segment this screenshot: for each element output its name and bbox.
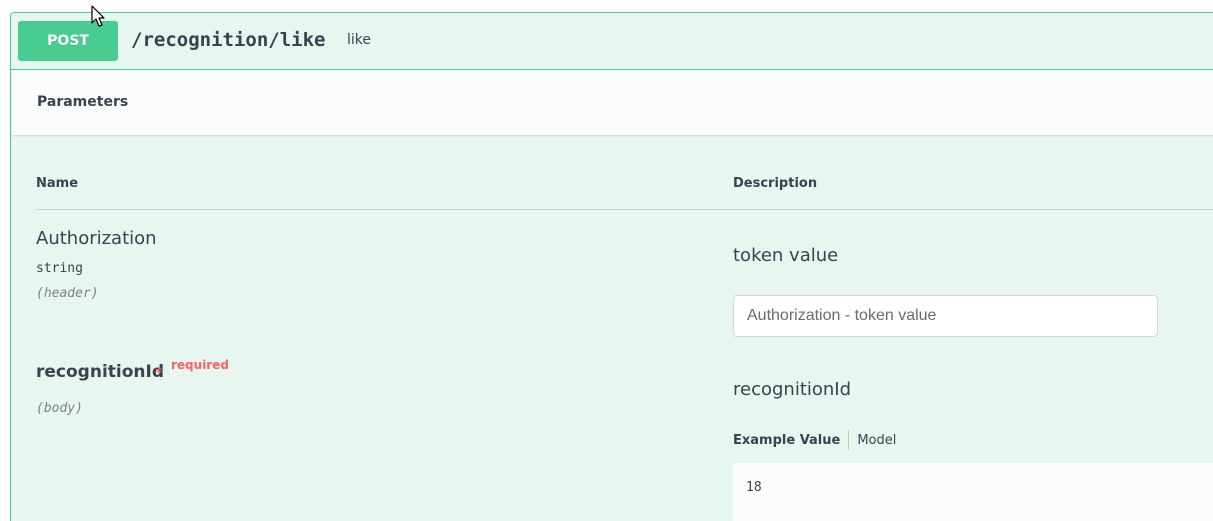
example-value-box[interactable]: 18 — [733, 463, 1213, 521]
param-name-recognitionid: recognitionId — [36, 362, 164, 382]
required-marker: * — [155, 364, 163, 382]
required-label: required — [171, 358, 229, 372]
param-location: (header) — [36, 286, 99, 301]
column-header-description: Description — [733, 176, 818, 191]
param-location: (body) — [36, 401, 83, 416]
authorization-input[interactable] — [733, 295, 1158, 337]
param-name-authorization: Authorization — [36, 228, 157, 249]
operation-block-post: POST /recognition/like like Parameters — [10, 12, 1213, 521]
operation-summary[interactable]: POST /recognition/like like — [11, 13, 1213, 70]
tab-model[interactable]: Model — [849, 433, 896, 448]
header-divider — [36, 209, 1213, 210]
mouse-pointer-icon — [91, 5, 105, 27]
param-type: string — [36, 261, 83, 276]
operation-summary-text: like — [347, 32, 372, 48]
parameters-header: Parameters — [11, 70, 1213, 135]
param-description: token value — [733, 245, 839, 266]
param-description: recognitionId — [733, 379, 852, 400]
column-header-name: Name — [36, 176, 79, 191]
tab-example-value[interactable]: Example Value — [733, 433, 848, 448]
example-value-text: 18 — [746, 480, 762, 495]
parameters-title: Parameters — [37, 94, 129, 110]
operation-path: /recognition/like — [131, 29, 326, 51]
example-model-tabs: Example Value Model — [733, 429, 896, 451]
